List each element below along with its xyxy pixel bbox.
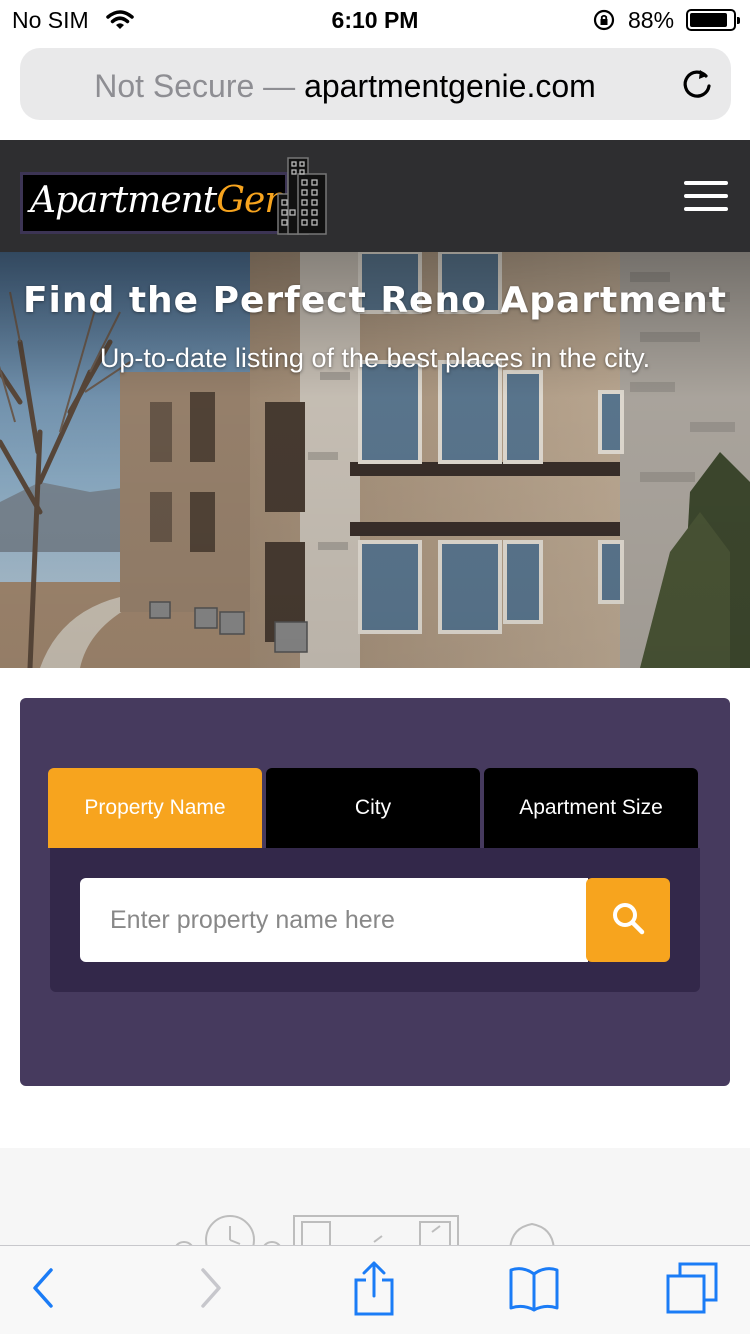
site-logo[interactable]: ApartmentGenie — [20, 156, 330, 238]
back-button[interactable] — [14, 1260, 74, 1320]
security-label: Not Secure — — [94, 68, 296, 104]
forward-button[interactable] — [180, 1260, 240, 1320]
search-tabs: Property Name City Apartment Size — [48, 768, 700, 848]
search-tab-body — [50, 848, 700, 992]
battery-percent: 88% — [628, 7, 675, 33]
tab-city[interactable]: City — [266, 768, 480, 848]
hero-title: Find the Perfect Reno Apartment — [22, 280, 728, 321]
hamburger-line — [684, 207, 728, 211]
browser-chrome: Not Secure — apartmentgenie.com — [0, 40, 750, 140]
battery-icon — [686, 9, 740, 31]
features-section — [0, 1148, 750, 1248]
domain-label: apartmentgenie.com — [304, 68, 596, 104]
bookmarks-button[interactable] — [504, 1260, 564, 1320]
hamburger-line — [684, 181, 728, 185]
hamburger-line — [684, 194, 728, 198]
url-display[interactable]: Not Secure — apartmentgenie.com — [20, 68, 670, 105]
room-illustration — [173, 1215, 555, 1248]
menu-button[interactable] — [684, 181, 728, 211]
status-bar: No SIM 6:10 PM 88% — [0, 0, 750, 40]
browser-toolbar — [0, 1245, 750, 1334]
tab-property-name[interactable]: Property Name — [48, 768, 262, 848]
bookmarks-icon — [507, 1264, 561, 1317]
share-icon — [352, 1260, 396, 1321]
back-icon — [29, 1266, 59, 1315]
orientation-lock-icon — [592, 8, 616, 37]
search-button[interactable] — [586, 878, 670, 962]
site-header: ApartmentGenie — [0, 140, 750, 252]
search-icon — [610, 900, 646, 941]
hero-subtitle: Up-to-date listing of the best places in… — [99, 343, 651, 373]
logo-wordmark: ApartmentGenie — [30, 180, 318, 221]
reload-icon[interactable] — [679, 66, 715, 102]
address-bar[interactable]: Not Secure — apartmentgenie.com — [20, 48, 731, 120]
search-panel: Property Name City Apartment Size — [20, 698, 730, 1086]
share-button[interactable] — [344, 1260, 404, 1320]
property-name-input[interactable] — [80, 878, 588, 962]
building-icon — [276, 156, 330, 241]
hero-banner: Find the Perfect Reno Apartment Up-to-da… — [0, 252, 750, 668]
tabs-button[interactable] — [662, 1260, 722, 1320]
forward-icon — [195, 1266, 225, 1315]
tab-apartment-size[interactable]: Apartment Size — [484, 768, 698, 848]
tabs-icon — [666, 1262, 718, 1319]
